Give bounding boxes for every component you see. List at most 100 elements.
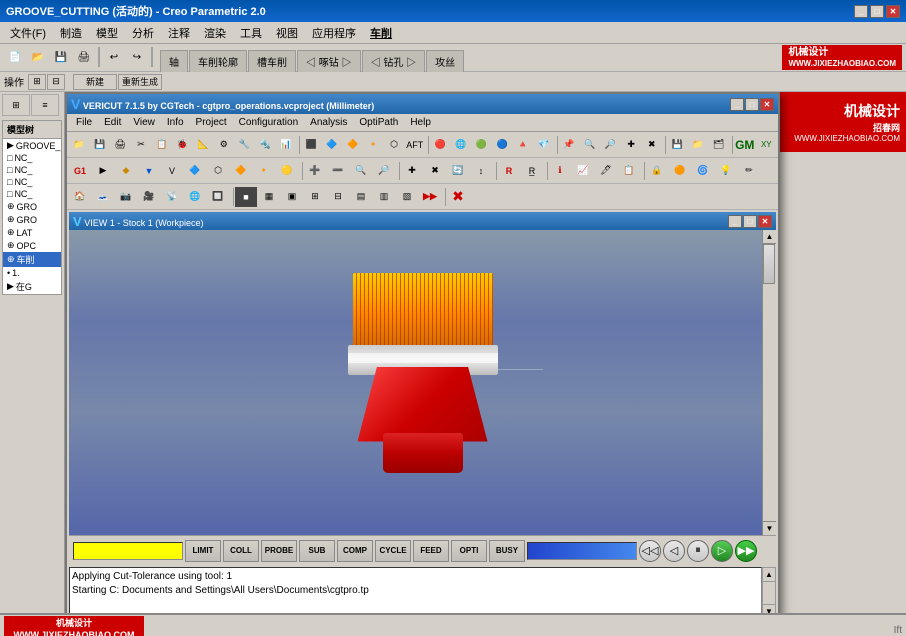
- menu-view[interactable]: 视图: [270, 23, 304, 43]
- vtb1-23[interactable]: 💎: [534, 135, 554, 155]
- vtb3-9[interactable]: ▦: [258, 187, 280, 207]
- tree-item-gro1[interactable]: ⊕ GRO: [3, 200, 61, 213]
- tb-open[interactable]: 📂: [27, 47, 49, 69]
- vmenu-analysis[interactable]: Analysis: [305, 116, 352, 129]
- vtb3-6[interactable]: 🌐: [184, 187, 206, 207]
- vtb1-30[interactable]: 📁: [688, 135, 708, 155]
- tree-item-groove[interactable]: ▶ GROOVE_: [3, 139, 61, 152]
- tree-item-nc2[interactable]: □ NC_: [3, 164, 61, 176]
- tree-item-lat[interactable]: ⊕ LAT: [3, 226, 61, 239]
- menu-apps[interactable]: 应用程序: [306, 23, 362, 43]
- vtb2-27[interactable]: 💡: [715, 161, 737, 181]
- vtb2-20[interactable]: ℹ: [549, 161, 571, 181]
- vtb3-4[interactable]: 🎥: [138, 187, 160, 207]
- vtb1-27[interactable]: ✚: [621, 135, 641, 155]
- creo-max-button[interactable]: □: [870, 5, 884, 18]
- vericut-close-btn[interactable]: ✕: [760, 98, 774, 111]
- vtb2-26[interactable]: 🌀: [692, 161, 714, 181]
- vtb2-21[interactable]: 📈: [572, 161, 594, 181]
- log-scrollbar[interactable]: ▲ ▼: [762, 567, 776, 613]
- vtb1-28[interactable]: ✖: [642, 135, 662, 155]
- vtb1-22[interactable]: 🔺: [513, 135, 533, 155]
- vtb1-25[interactable]: 🔍: [580, 135, 600, 155]
- menu-file[interactable]: 文件(F): [4, 23, 52, 43]
- vtb1-16[interactable]: ⬡: [384, 135, 404, 155]
- vtb2-13[interactable]: 🔎: [373, 161, 395, 181]
- vmenu-view[interactable]: View: [128, 116, 160, 129]
- vmenu-file[interactable]: File: [71, 116, 97, 129]
- tab-turning-profile[interactable]: 车削轮廓: [189, 50, 247, 72]
- vtb2-6[interactable]: ⬡: [207, 161, 229, 181]
- nav-step-fwd[interactable]: ▷: [711, 540, 733, 562]
- vmenu-edit[interactable]: Edit: [99, 116, 126, 129]
- vtb2-2[interactable]: ◆: [115, 161, 137, 181]
- vtb2-25[interactable]: 🟠: [669, 161, 691, 181]
- btn-probe[interactable]: PROBE: [261, 540, 297, 562]
- nav-play[interactable]: ▶▶: [735, 540, 757, 562]
- vtb2-23[interactable]: 📋: [618, 161, 640, 181]
- vtb2-18[interactable]: R: [498, 161, 520, 181]
- vtb1-4[interactable]: ✂: [131, 135, 151, 155]
- vtb2-1[interactable]: ▶: [92, 161, 114, 181]
- vtb2-5[interactable]: 🔷: [184, 161, 206, 181]
- btn-cycle[interactable]: CYCLE: [375, 540, 411, 562]
- vtb1-24[interactable]: 📌: [559, 135, 579, 155]
- tb-print[interactable]: 🖨: [73, 47, 95, 69]
- menu-model[interactable]: 模型: [90, 23, 124, 43]
- btn-busy[interactable]: BUSY: [489, 540, 525, 562]
- menu-manufacture[interactable]: 制造: [54, 23, 88, 43]
- nav-pause[interactable]: ⏸: [687, 540, 709, 562]
- sb-arrow-up[interactable]: ▲: [763, 230, 776, 244]
- vtb3-7[interactable]: 🔲: [207, 187, 229, 207]
- vmenu-help[interactable]: Help: [405, 116, 436, 129]
- vtb2-4[interactable]: V: [161, 161, 183, 181]
- btn-comp[interactable]: COMP: [337, 540, 373, 562]
- new-btn[interactable]: 新建: [73, 74, 117, 90]
- tree-item-opc[interactable]: ⊕ OPC: [3, 239, 61, 252]
- log-sb-up[interactable]: ▲: [763, 568, 775, 582]
- vmenu-project[interactable]: Project: [191, 116, 232, 129]
- refresh-btn[interactable]: 重新生成: [118, 74, 162, 90]
- vtb1-9[interactable]: 🔧: [235, 135, 255, 155]
- tab-bore[interactable]: ◁ 钻孔 ▷: [362, 50, 426, 72]
- viewport-scrollbar-right[interactable]: ▲ ▼: [762, 230, 776, 535]
- vericut-min-btn[interactable]: _: [730, 98, 744, 111]
- menu-analysis[interactable]: 分析: [126, 23, 160, 43]
- vtb3-3[interactable]: 📷: [115, 187, 137, 207]
- btn-feed[interactable]: FEED: [413, 540, 449, 562]
- vtb3-1[interactable]: 🏠: [69, 187, 91, 207]
- vtb1-17[interactable]: AFT: [405, 135, 425, 155]
- op-btn-1[interactable]: ⊞: [28, 74, 46, 90]
- vtb2-19[interactable]: R̲: [521, 161, 543, 181]
- vtb1-5[interactable]: 📋: [152, 135, 172, 155]
- sb-thumb-v[interactable]: [763, 244, 775, 284]
- tb-new[interactable]: 📄: [4, 47, 26, 69]
- vtb2-9[interactable]: 🟡: [276, 161, 298, 181]
- vtb1-2[interactable]: 💾: [90, 135, 110, 155]
- vtb1-33[interactable]: XY: [756, 135, 776, 155]
- vtb1-15[interactable]: 🔸: [364, 135, 384, 155]
- tree-item-turning[interactable]: ⊕ 车削: [3, 252, 61, 267]
- vtb3-2[interactable]: 🗻: [92, 187, 114, 207]
- vtb2-12[interactable]: 🔍: [350, 161, 372, 181]
- vtb3-close[interactable]: ✖: [447, 187, 469, 207]
- tb-redo[interactable]: ↪: [126, 47, 148, 69]
- vtb2-3[interactable]: ▼: [138, 161, 160, 181]
- vtb3-15[interactable]: ▧: [396, 187, 418, 207]
- vtb2-7[interactable]: 🔶: [230, 161, 252, 181]
- tab-grooving[interactable]: 槽车削: [248, 50, 296, 72]
- menu-annotation[interactable]: 注释: [162, 23, 196, 43]
- vtb2-15[interactable]: ✖: [424, 161, 446, 181]
- vtb2-8[interactable]: 🔸: [253, 161, 275, 181]
- tab-drilling[interactable]: ◁ 啄钻 ▷: [297, 50, 361, 72]
- vtb1-26[interactable]: 🔎: [601, 135, 621, 155]
- vtb1-6[interactable]: 🐞: [173, 135, 193, 155]
- tree-item-gro2[interactable]: ⊕ GRO: [3, 213, 61, 226]
- creo-close-button[interactable]: ✕: [886, 5, 900, 18]
- view1-min-btn[interactable]: _: [728, 215, 742, 228]
- vtb1-12[interactable]: ⬛: [301, 135, 321, 155]
- tb-undo[interactable]: ↩: [103, 47, 125, 69]
- nav-rewind[interactable]: ◁◁: [639, 540, 661, 562]
- tb-save[interactable]: 💾: [50, 47, 72, 69]
- op-btn-2[interactable]: ⊟: [47, 74, 65, 90]
